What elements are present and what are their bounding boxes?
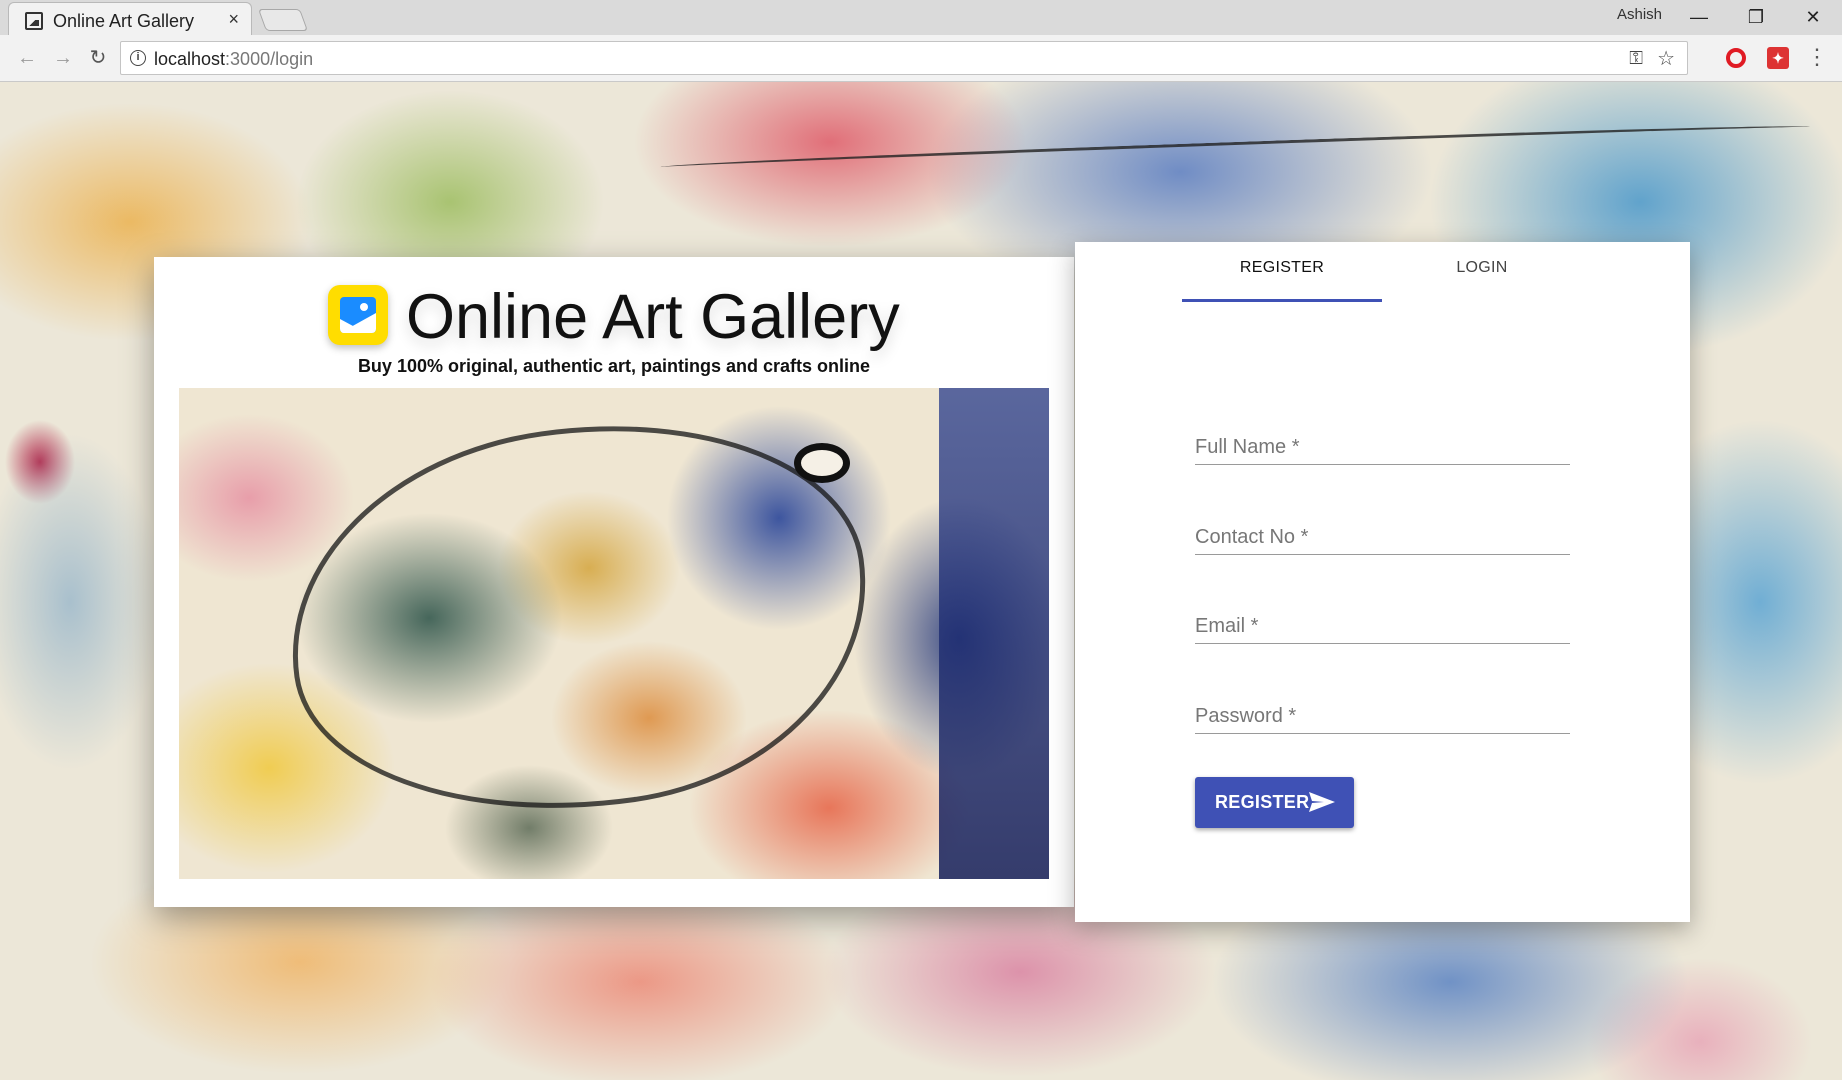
password-underline	[1195, 733, 1570, 734]
tab-register[interactable]: REGISTER	[1182, 242, 1382, 302]
gallery-favicon-icon	[25, 12, 43, 30]
restore-icon[interactable]: ❐	[1733, 2, 1779, 32]
bookmark-star-icon[interactable]: ☆	[1657, 46, 1675, 71]
active-tab-indicator	[1182, 299, 1382, 302]
email-underline	[1195, 643, 1570, 644]
password-field[interactable]: Password *	[1195, 683, 1570, 743]
full-name-input[interactable]	[1195, 432, 1570, 464]
register-form-card: REGISTER LOGIN Full Name * Contact No * …	[1075, 242, 1690, 922]
tab-login[interactable]: LOGIN	[1382, 242, 1582, 302]
contact-no-field[interactable]: Contact No *	[1195, 504, 1570, 564]
profile-name[interactable]: Ashish	[1617, 6, 1662, 23]
url-path: :3000/login	[225, 49, 314, 69]
email-field[interactable]: Email *	[1195, 593, 1570, 653]
back-icon[interactable]: ←	[14, 45, 40, 71]
artwork-eye	[794, 443, 850, 483]
hero-artwork-image	[179, 388, 1049, 879]
key-icon[interactable]: ⚿	[1629, 48, 1643, 69]
artwork-trunk	[939, 388, 1049, 879]
address-bar[interactable]: i localhost:3000/login ⚿ ☆	[120, 41, 1688, 75]
logo-image-icon	[340, 297, 376, 333]
url-host: localhost	[154, 49, 226, 69]
hero-title: Online Art Gallery	[406, 282, 900, 352]
forward-icon[interactable]: →	[50, 45, 76, 71]
reload-icon[interactable]: ↻	[85, 45, 111, 71]
window-close-icon[interactable]: ✕	[1790, 2, 1836, 32]
tab-title: Online Art Gallery	[53, 11, 195, 31]
hero-subtitle: Buy 100% original, authentic art, painti…	[357, 356, 871, 376]
hero-card: Online Art Gallery Buy 100% original, au…	[154, 257, 1074, 907]
opera-extension-icon[interactable]	[1726, 48, 1746, 68]
logo-sun	[360, 303, 368, 311]
browser-toolbar: ← → ↻ i localhost:3000/login ⚿ ☆ ✦ ⋮	[0, 35, 1842, 82]
new-tab-button[interactable]	[257, 9, 309, 31]
url-text[interactable]: localhost:3000/login	[154, 49, 313, 70]
browser-titlebar: Online Art Gallery × Ashish — ❐ ✕	[0, 0, 1842, 35]
email-input[interactable]	[1195, 611, 1570, 643]
full-name-underline	[1195, 464, 1570, 465]
contact-no-input[interactable]	[1195, 522, 1570, 554]
minimize-icon[interactable]: —	[1676, 2, 1722, 32]
password-input[interactable]	[1195, 701, 1570, 733]
browser-tab[interactable]: Online Art Gallery ×	[8, 2, 252, 35]
page-background: Online Art Gallery Buy 100% original, au…	[0, 82, 1842, 1080]
extension-icon[interactable]: ✦	[1767, 47, 1789, 69]
send-icon	[1309, 792, 1335, 812]
register-button[interactable]: REGISTER	[1195, 777, 1354, 828]
full-name-field[interactable]: Full Name *	[1195, 414, 1570, 474]
tab-close-icon[interactable]: ×	[228, 9, 239, 29]
browser-menu-icon[interactable]: ⋮	[1806, 44, 1828, 70]
logo-mountain-small	[340, 319, 366, 333]
info-icon[interactable]: i	[130, 50, 146, 66]
register-button-label: REGISTER	[1215, 792, 1310, 812]
gallery-logo-icon	[328, 285, 388, 345]
contact-no-underline	[1195, 554, 1570, 555]
background-ink-stroke	[660, 121, 1810, 173]
